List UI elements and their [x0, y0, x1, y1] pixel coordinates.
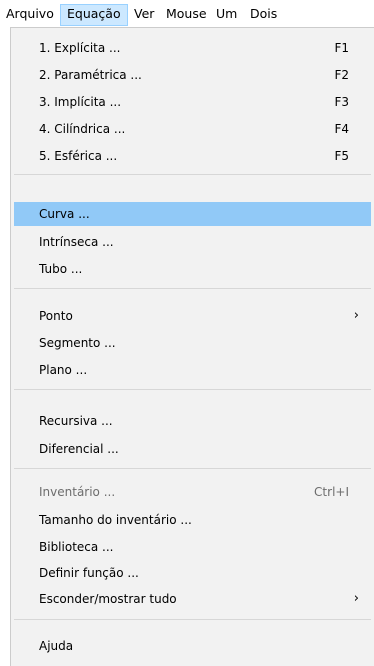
menu-item-label: Tubo ...	[39, 262, 83, 276]
menu-item-biblioteca[interactable]: Biblioteca ...	[14, 535, 371, 559]
menu-item-esconder-mostrar-tudo[interactable]: Esconder/mostrar tudo ›	[14, 587, 371, 611]
menu-item-label: Intrínseca ...	[39, 235, 114, 249]
menu-item-segmento[interactable]: Segmento ...	[14, 331, 371, 355]
menu-item-label: 5. Esférica ...	[39, 149, 118, 163]
menu-item-esferica[interactable]: 5. Esférica ... F5	[14, 144, 371, 168]
menu-item-curva[interactable]: Curva ...	[14, 202, 371, 226]
menu-bar: Arquivo Equação Ver Mouse Um Dois	[0, 0, 374, 28]
menu-item-label: Esconder/mostrar tudo	[39, 592, 177, 606]
menu-item-ponto[interactable]: Ponto ›	[14, 304, 371, 328]
menu-separator	[14, 619, 371, 620]
menu-item-shortcut: Ctrl+I	[314, 485, 349, 499]
menu-item-label: Ponto	[39, 309, 73, 323]
menu-item-tamanho-do-inventario[interactable]: Tamanho do inventário ...	[14, 508, 371, 532]
menubar-item-ver[interactable]: Ver	[128, 4, 160, 26]
menu-item-label: Curva ...	[39, 207, 90, 221]
menu-item-label: Recursiva ...	[39, 414, 113, 428]
menu-item-shortcut: F5	[334, 149, 349, 163]
menu-item-label: Inventário ...	[39, 485, 116, 499]
menu-item-label: Segmento ...	[39, 336, 116, 350]
menu-item-parametrica[interactable]: 2. Paramétrica ... F2	[14, 63, 371, 87]
menu-item-inventario: Inventário ... Ctrl+I	[14, 480, 371, 504]
menu-item-label: Ajuda	[39, 639, 74, 653]
menu-item-shortcut: F1	[334, 41, 349, 55]
menu-item-label: Tamanho do inventário ...	[39, 513, 192, 527]
menu-item-intrinseca[interactable]: Intrínseca ...	[14, 230, 371, 254]
submenu-arrow-icon: ›	[353, 308, 359, 323]
equacao-dropdown-menu: 1. Explícita ... F1 2. Paramétrica ... F…	[10, 27, 374, 666]
menu-separator	[14, 288, 371, 289]
menubar-item-mouse[interactable]: Mouse	[160, 4, 213, 26]
menubar-item-um[interactable]: Um	[210, 4, 243, 26]
menu-item-label: 3. Implícita ...	[39, 95, 122, 109]
menu-item-shortcut: F3	[334, 95, 349, 109]
submenu-arrow-icon: ›	[353, 591, 359, 606]
menu-item-label: Plano ...	[39, 363, 88, 377]
menu-item-tubo[interactable]: Tubo ...	[14, 257, 371, 281]
menu-item-diferencial[interactable]: Diferencial ...	[14, 437, 371, 461]
menu-item-implicita[interactable]: 3. Implícita ... F3	[14, 90, 371, 114]
menubar-item-dois[interactable]: Dois	[244, 4, 283, 26]
menu-item-label: 4. Cilíndrica ...	[39, 122, 126, 136]
menu-item-cilindrica[interactable]: 4. Cilíndrica ... F4	[14, 117, 371, 141]
menu-item-label: Definir função ...	[39, 566, 139, 580]
menu-item-label: Biblioteca ...	[39, 540, 114, 554]
menu-item-recursiva[interactable]: Recursiva ...	[14, 409, 371, 433]
menu-item-label: Diferencial ...	[39, 442, 119, 456]
menubar-item-equacao[interactable]: Equação	[60, 4, 128, 26]
menu-separator	[14, 389, 371, 390]
menu-item-definir-funcao[interactable]: Definir função ...	[14, 561, 371, 585]
menu-separator	[14, 468, 371, 469]
menu-item-ajuda[interactable]: Ajuda	[14, 634, 371, 658]
menu-separator	[14, 174, 371, 175]
menu-item-shortcut: F2	[334, 68, 349, 82]
menubar-item-arquivo[interactable]: Arquivo	[0, 4, 60, 26]
menu-item-plano[interactable]: Plano ...	[14, 358, 371, 382]
menu-item-label: 2. Paramétrica ...	[39, 68, 142, 82]
menu-item-label: 1. Explícita ...	[39, 41, 121, 55]
menu-item-shortcut: F4	[334, 122, 349, 136]
menu-item-explicita[interactable]: 1. Explícita ... F1	[14, 36, 371, 60]
